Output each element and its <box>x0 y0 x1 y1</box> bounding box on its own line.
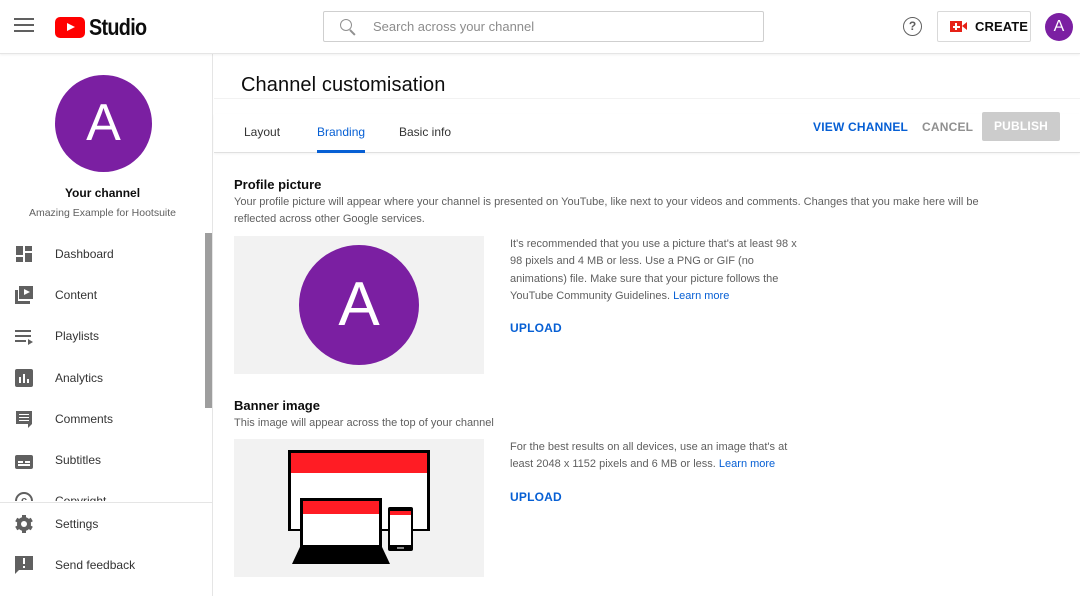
sidebar-item-label: Subtitles <box>55 453 102 468</box>
banner-image-heading: Banner image <box>234 398 320 413</box>
search-input[interactable] <box>373 19 733 34</box>
copyright-icon: c <box>15 492 33 501</box>
banner-learn-more-link[interactable]: Learn more <box>719 458 775 470</box>
laptop-screen <box>303 514 379 545</box>
logo-text: Studio <box>89 14 147 40</box>
playlists-icon <box>15 327 33 346</box>
sidebar-item-label: Dashboard <box>55 246 114 261</box>
channel-title: Your channel <box>64 186 141 200</box>
settings-icon <box>15 514 33 533</box>
help-icon[interactable]: ? <box>903 17 922 36</box>
analytics-icon <box>15 368 33 387</box>
dashboard-icon <box>15 245 33 263</box>
banner-upload-button[interactable]: UPLOAD <box>510 490 562 504</box>
main-content: Channel customisation Layout Branding Ba… <box>214 54 1080 596</box>
sidebar-item-label: Settings <box>55 516 99 531</box>
sidebar-item-label: Playlists <box>55 329 100 344</box>
phone-screen <box>390 515 411 545</box>
devices-illustration <box>288 450 430 564</box>
top-bar: Studio ? CREATE A <box>0 0 1080 54</box>
sidebar-item-subtitles[interactable]: Subtitles <box>0 439 205 480</box>
youtube-play-icon <box>55 17 85 38</box>
divider <box>214 98 1080 99</box>
profile-picture-description: Your profile picture will appear where y… <box>234 196 979 225</box>
tv-banner <box>291 453 427 473</box>
sidebar-item-label: Send feedback <box>55 557 136 572</box>
profile-learn-more-link[interactable]: Learn more <box>673 290 729 302</box>
profile-upload-button[interactable]: UPLOAD <box>510 321 562 335</box>
sidebar-item-copyright[interactable]: c Copyright <box>0 481 205 501</box>
create-button[interactable]: CREATE <box>937 11 1031 42</box>
banner-image-preview <box>234 439 484 577</box>
tab-basic-info[interactable]: Basic info <box>399 125 451 153</box>
tab-branding[interactable]: Branding <box>317 125 366 153</box>
sidebar-item-comments[interactable]: Comments <box>0 398 205 439</box>
sidebar: A Your channel Amazing Example for Hoots… <box>0 54 213 596</box>
channel-name: Amazing Example for Hootsuite <box>28 207 177 219</box>
sidebar-item-analytics[interactable]: Analytics <box>0 357 205 398</box>
comments-icon <box>15 410 33 428</box>
content-icon <box>15 285 33 304</box>
subtitles-icon <box>15 455 33 470</box>
sidebar-scrollbar[interactable] <box>205 233 212 408</box>
laptop-base <box>292 547 390 564</box>
tab-layout[interactable]: Layout <box>244 125 280 153</box>
sidebar-item-settings[interactable]: Settings <box>0 503 212 544</box>
view-channel-button[interactable]: VIEW CHANNEL <box>813 120 908 134</box>
page-title: Channel customisation <box>241 74 446 96</box>
phone-home-button <box>397 547 404 549</box>
laptop-banner <box>303 501 379 514</box>
sidebar-item-label: Analytics <box>55 370 104 385</box>
create-label: CREATE <box>975 19 1029 34</box>
sidebar-item-content[interactable]: Content <box>0 274 205 315</box>
feedback-icon <box>15 555 33 574</box>
menu-icon[interactable] <box>14 18 34 34</box>
profile-hint-text: It's recommended that you use a picture … <box>510 238 797 302</box>
phone-banner <box>390 511 411 515</box>
profile-picture-heading: Profile picture <box>234 177 322 192</box>
channel-avatar[interactable]: A <box>55 75 152 172</box>
profile-avatar-preview: A <box>299 245 419 365</box>
sidebar-bottom-nav: Settings Send feedback <box>0 502 212 585</box>
sidebar-item-label: Comments <box>55 411 114 426</box>
studio-logo[interactable]: Studio <box>55 14 156 41</box>
sidebar-item-label: Copyright <box>55 494 106 501</box>
banner-image-hint: For the best results on all devices, use… <box>510 439 795 474</box>
banner-image-description: This image will appear across the top of… <box>234 417 494 429</box>
video-camera-add-icon <box>950 21 967 32</box>
sidebar-item-playlists[interactable]: Playlists <box>0 316 205 357</box>
cancel-button[interactable]: CANCEL <box>922 120 973 134</box>
sidebar-item-dashboard[interactable]: Dashboard <box>0 233 205 274</box>
profile-picture-preview: A <box>234 236 484 374</box>
search-icon[interactable] <box>339 18 357 36</box>
sidebar-nav: Dashboard Content Playlists Analytics Co… <box>0 233 205 501</box>
sidebar-item-send-feedback[interactable]: Send feedback <box>0 544 212 585</box>
profile-picture-hint: It's recommended that you use a picture … <box>510 236 800 305</box>
sidebar-item-label: Content <box>55 287 98 302</box>
publish-button[interactable]: PUBLISH <box>982 112 1060 141</box>
account-avatar[interactable]: A <box>1045 13 1073 41</box>
search-bar[interactable] <box>323 11 764 42</box>
